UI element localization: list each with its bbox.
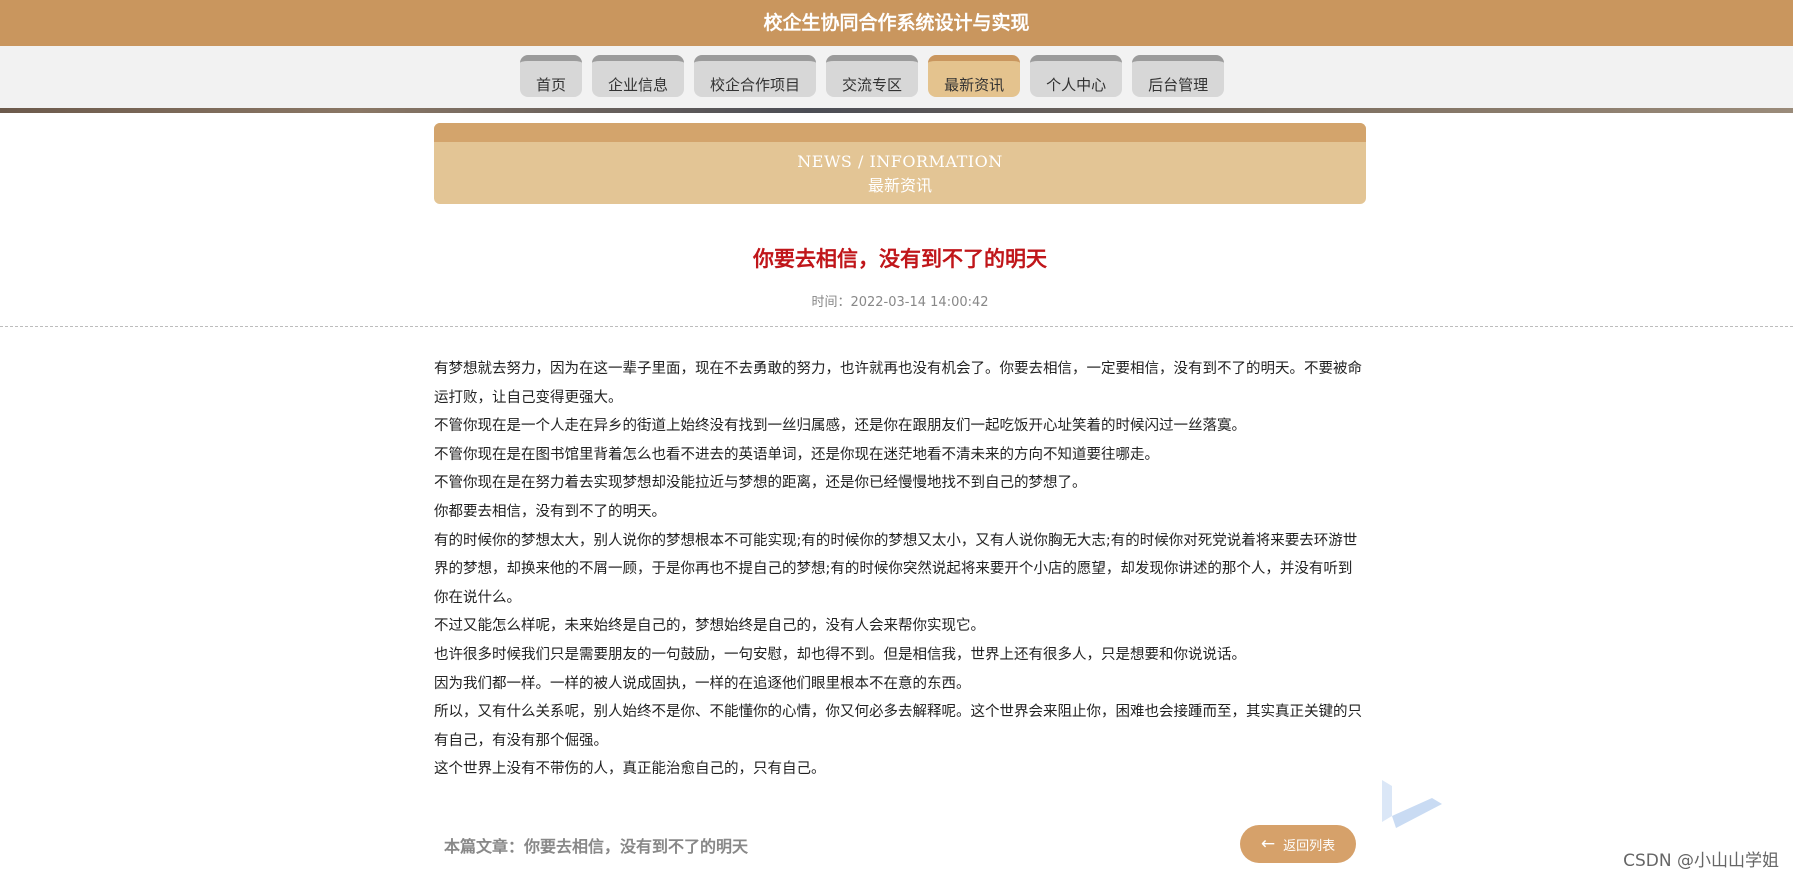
nav-tab-admin[interactable]: 后台管理 <box>1132 55 1225 97</box>
banner-band <box>434 123 1366 142</box>
divider <box>0 326 1793 327</box>
article-paragraph: 所以，又有什么关系呢，别人始终不是你、不能懂你的心情，你又何必多去解释呢。这个世… <box>434 704 1362 749</box>
nav-tabs: 首页 企业信息 校企合作项目 交流专区 最新资讯 个人中心 后台管理 <box>520 55 1225 97</box>
nav-tab-latest-news[interactable]: 最新资讯 <box>928 55 1021 97</box>
nav-tab-cooperation-projects[interactable]: 校企合作项目 <box>694 55 817 97</box>
article-paragraph: 不管你现在是一个人走在异乡的街道上始终没有找到一丝归属感，还是你在跟朋友们一起吃… <box>434 418 1246 435</box>
watermark: CSDN @小山山学姐 <box>1623 851 1779 871</box>
article-paragraph: 因为我们都一样。一样的被人说成固执，一样的在追逐他们眼里根本不在意的东西。 <box>434 675 971 692</box>
nav-tab-exchange-zone[interactable]: 交流专区 <box>826 55 919 97</box>
article-paragraph: 不过又能怎么样呢，未来始终是自己的，梦想始终是自己的，没有人会来帮你实现它。 <box>434 618 985 635</box>
current-article-label: 本篇文章： <box>444 837 525 856</box>
article-paragraph: 有的时候你的梦想太大，别人说你的梦想根本不可能实现;有的时候你的梦想又太小，又有… <box>434 532 1358 606</box>
decorative-mark-icon <box>1382 780 1442 828</box>
app-title: 校企生协同合作系统设计与实现 <box>0 0 1793 46</box>
back-to-list-button[interactable]: ← 返回列表 <box>1240 825 1356 863</box>
article-paragraph: 也许很多时候我们只是需要朋友的一句鼓励，一句安慰，却也得不到。但是相信我，世界上… <box>434 646 1246 663</box>
article-time: 时间：2022-03-14 14:00:42 <box>0 291 1793 310</box>
section-banner: NEWS / INFORMATION 最新资讯 <box>434 123 1366 204</box>
header-image-strip <box>0 108 1793 113</box>
article-body: 有梦想就去努力，因为在这一辈子里面，现在不去勇敢的努力，也许就再也没有机会了。你… <box>434 355 1366 784</box>
arrow-left-icon: ← <box>1260 833 1276 854</box>
back-button-label: 返回列表 <box>1283 838 1336 854</box>
current-article-title: 你要去相信，没有到不了的明天 <box>524 837 749 856</box>
article-title: 你要去相信，没有到不了的明天 <box>753 247 1047 271</box>
article-paragraph: 不管你现在是在努力着去实现梦想却没能拉近与梦想的距离，还是你已经慢慢地找不到自己… <box>434 475 1087 492</box>
nav-tab-company-info[interactable]: 企业信息 <box>592 55 685 97</box>
time-label: 时间： <box>811 295 851 310</box>
current-article: 本篇文章：你要去相信，没有到不了的明天 <box>444 833 748 857</box>
nav-tab-personal-center[interactable]: 个人中心 <box>1030 55 1123 97</box>
section-title-en: NEWS / INFORMATION <box>797 152 1003 171</box>
section-title-zh: 最新资讯 <box>867 176 932 195</box>
article-paragraph: 你都要去相信，没有到不了的明天。 <box>434 503 666 520</box>
article-paragraph: 有梦想就去努力，因为在这一辈子里面，现在不去勇敢的努力，也许就再也没有机会了。你… <box>434 361 1362 406</box>
article-footer: 本篇文章：你要去相信，没有到不了的明天 ← 返回列表 <box>434 825 1366 865</box>
nav-tab-home[interactable]: 首页 <box>520 55 583 97</box>
article-paragraph: 这个世界上没有不带伤的人，真正能治愈自己的，只有自己。 <box>434 761 826 778</box>
time-value: 2022-03-14 14:00:42 <box>850 295 989 310</box>
article-paragraph: 不管你现在是在图书馆里背着怎么也看不进去的英语单词，还是你现在迷茫地看不清未来的… <box>434 446 1159 463</box>
